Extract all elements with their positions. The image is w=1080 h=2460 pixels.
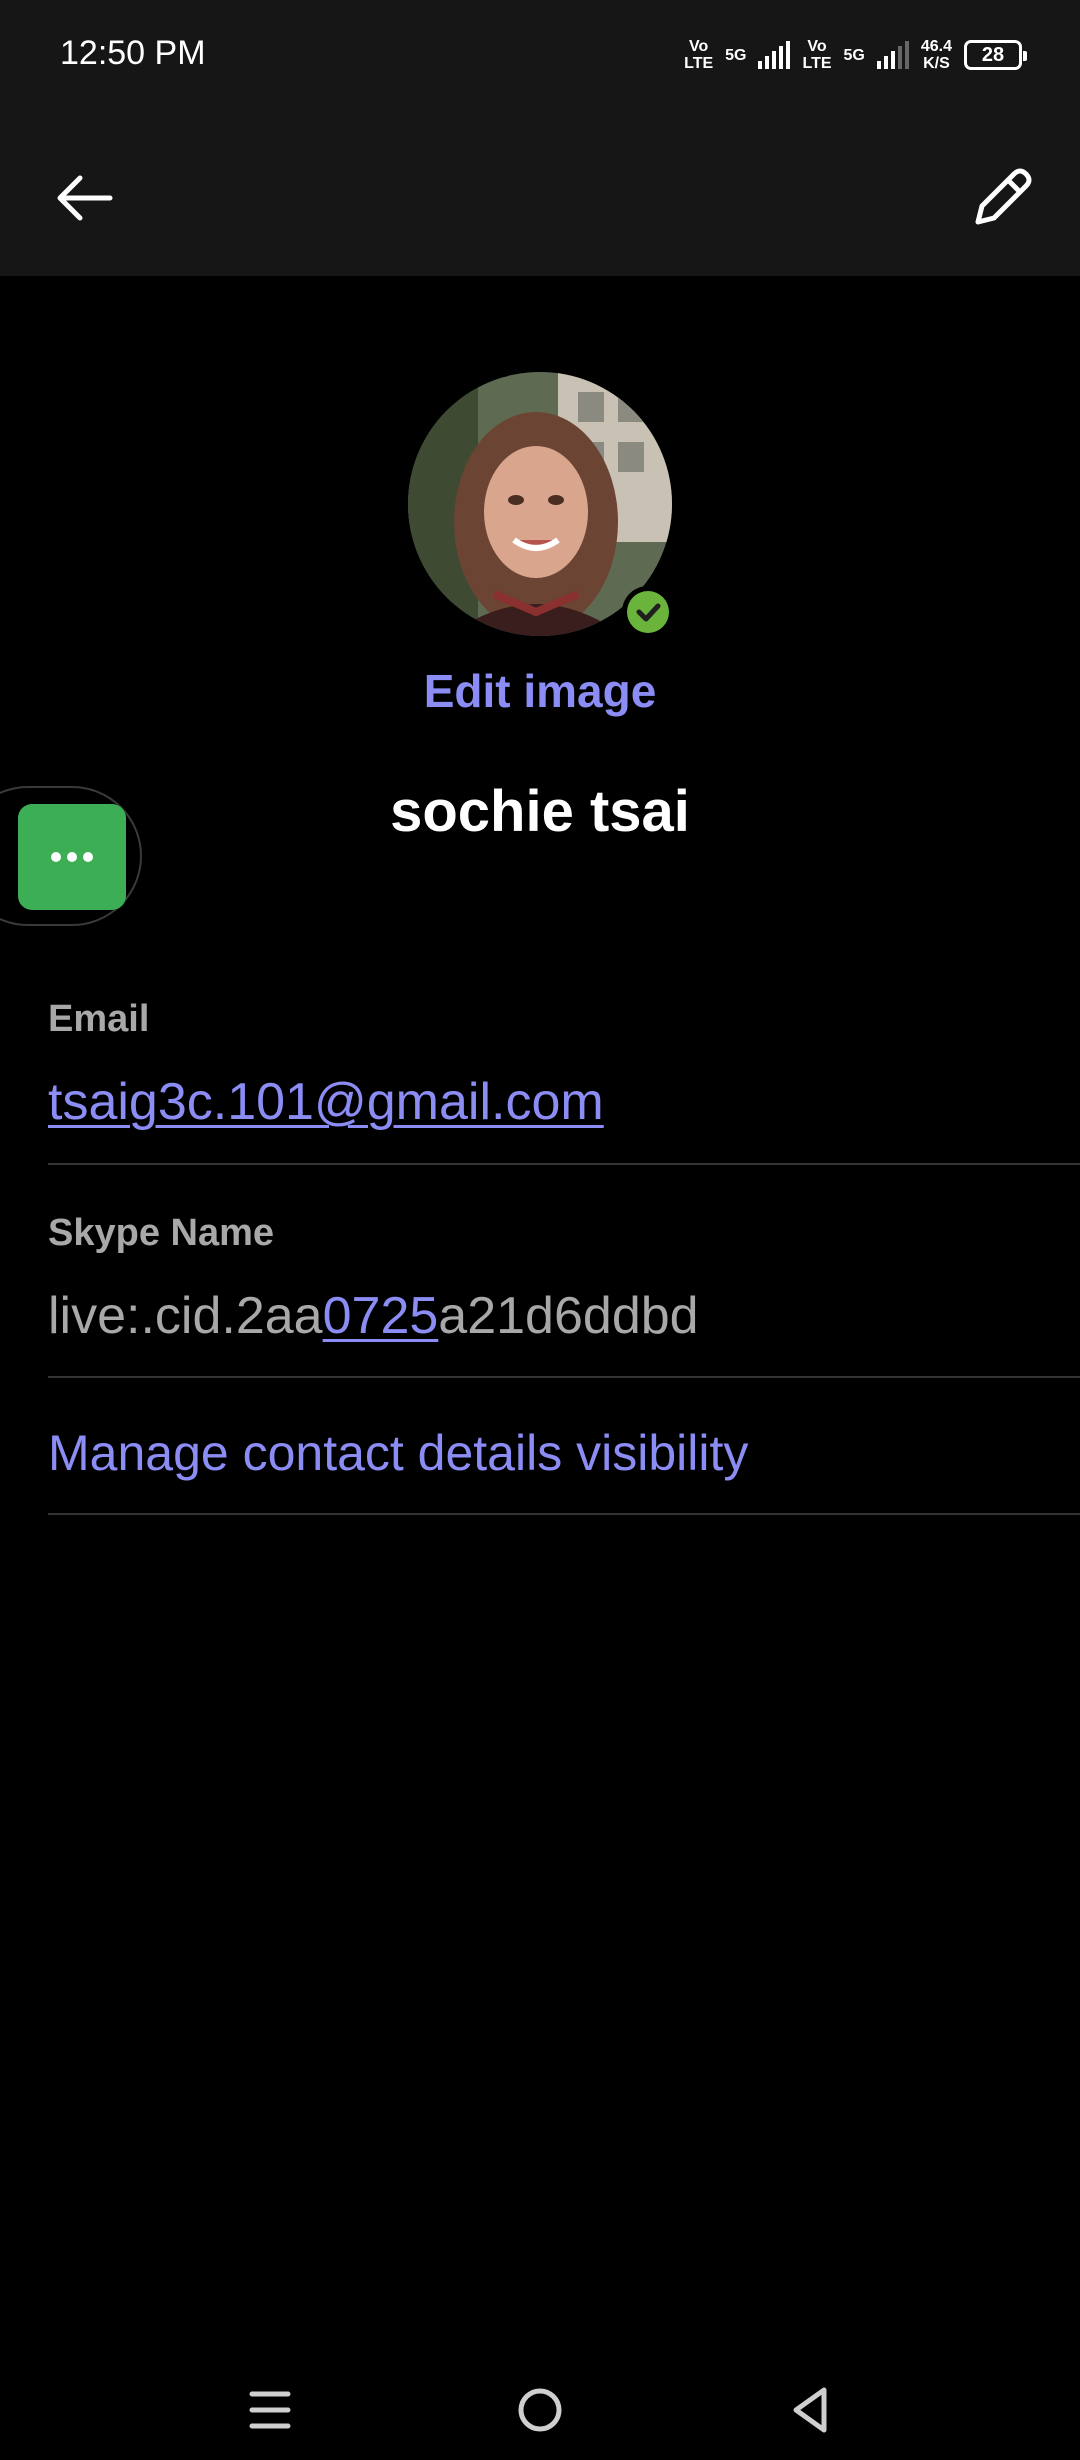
divider	[48, 1163, 1080, 1165]
skype-name-value: live:.cid.2aa0725a21d6ddbd	[48, 1286, 699, 1346]
status-time: 12:50 PM	[60, 34, 206, 72]
network-speed: 46.4 K/S	[920, 38, 952, 72]
skype-name-label: Skype Name	[48, 1212, 275, 1254]
volte-icon-2: Vo LTE	[802, 38, 832, 72]
manage-visibility-link[interactable]: Manage contact details visibility	[48, 1424, 748, 1482]
contact-name: sochie tsai	[390, 779, 690, 844]
edit-image-link[interactable]: Edit image	[0, 664, 1080, 718]
status-bar: 12:50 PM Vo LTE 5G Vo LTE 5G 46.4 K/S 28	[0, 0, 1080, 110]
edit-contact-button[interactable]	[960, 156, 1044, 240]
nav-home-button[interactable]	[500, 2370, 580, 2450]
top-app-bar	[0, 110, 1080, 276]
email-value-link[interactable]: tsaig3c.101@gmail.com	[48, 1072, 604, 1132]
nav-menu-button[interactable]	[230, 2370, 310, 2450]
volte-icon: Vo LTE	[684, 38, 714, 72]
signal-icon-2	[876, 41, 909, 69]
nav-back-button[interactable]	[770, 2370, 850, 2450]
battery-icon: 28	[964, 40, 1027, 70]
more-dots-icon	[51, 852, 93, 862]
pencil-icon	[975, 168, 1032, 225]
presence-status-badge	[622, 586, 674, 638]
menu-icon	[249, 2391, 291, 2429]
skype-name-prefix: live:.cid.2aa	[48, 1287, 323, 1345]
network-5g-icon: 5G	[725, 46, 747, 64]
checkmark-icon	[636, 603, 661, 622]
arrow-left-icon	[57, 175, 113, 221]
email-label: Email	[48, 998, 150, 1040]
signal-icon	[758, 41, 791, 69]
home-circle-icon	[518, 2388, 562, 2432]
status-icons: Vo LTE 5G Vo LTE 5G 46.4 K/S 28	[684, 34, 1027, 76]
system-nav-bar	[0, 2340, 1080, 2460]
skype-name-phone-link[interactable]: 0725	[323, 1287, 439, 1345]
back-triangle-icon	[793, 2387, 827, 2433]
floating-more-button[interactable]	[18, 804, 126, 910]
skype-name-suffix: a21d6ddbd	[438, 1287, 699, 1345]
divider	[48, 1513, 1080, 1515]
back-button[interactable]	[44, 158, 124, 238]
network-5g-icon-2: 5G	[843, 46, 865, 64]
divider	[48, 1376, 1080, 1378]
